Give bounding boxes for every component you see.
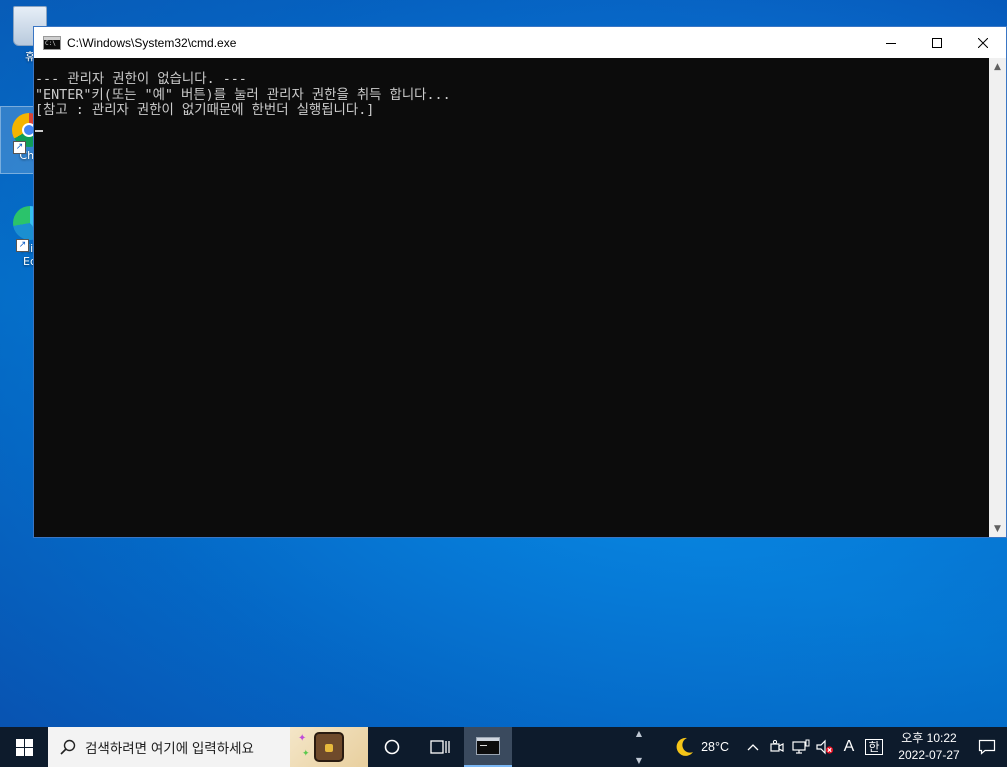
console-line: --- 관리자 권한이 없습니다. --- — [35, 72, 247, 87]
window-title: C:\Windows\System32\cmd.exe — [67, 35, 237, 50]
chevron-down-icon[interactable]: ▼ — [636, 756, 642, 765]
network-button[interactable] — [789, 727, 813, 767]
shortcut-arrow-icon: ↗ — [13, 141, 26, 154]
input-language-label: 한 — [865, 739, 883, 755]
maximize-button[interactable] — [914, 27, 960, 58]
volume-button[interactable] — [813, 727, 837, 767]
system-tray: 28°C A 한 오후 10:22 2022-07-27 — [673, 727, 1007, 767]
console-line: "ENTER"키(또는 "예" 버튼)를 눌러 관리자 권한을 취득 합니다..… — [35, 87, 451, 103]
weather-widget[interactable]: 28°C — [673, 736, 729, 758]
console-line: [참고 : 관리자 권한이 없기때문에 한번더 실행됩니다.] — [35, 103, 375, 118]
start-button[interactable] — [0, 727, 48, 767]
taskbar-search-box[interactable]: 검색하려면 여기에 입력하세요 ✦ ✦ — [48, 727, 368, 767]
input-language-button[interactable]: 한 — [861, 727, 887, 767]
maximize-icon — [932, 37, 942, 48]
console-prompt-line — [35, 119, 991, 135]
weather-temperature: 28°C — [701, 740, 729, 754]
minimize-button[interactable] — [868, 27, 914, 58]
window-controls — [868, 27, 1006, 58]
chevron-up-icon[interactable]: ▲ — [636, 729, 642, 738]
taskbar-overflow-scroller[interactable]: ▲ ▼ — [630, 727, 648, 767]
cmd-taskbar-icon — [476, 737, 500, 755]
taskbar-clock[interactable]: 오후 10:22 2022-07-27 — [891, 730, 967, 764]
camera-icon — [770, 739, 784, 752]
console-output[interactable]: --- 관리자 권한이 없습니다. --- "ENTER"키(또는 "예" 버튼)… — [34, 58, 991, 537]
input-mode-indicator[interactable]: A — [837, 727, 861, 767]
search-icon — [60, 739, 76, 755]
shortcut-arrow-icon: ↗ — [16, 239, 29, 252]
clock-time: 오후 10:22 — [901, 731, 957, 745]
meet-now-button[interactable] — [765, 727, 789, 767]
notification-icon — [978, 739, 996, 755]
treasure-chest-icon — [314, 732, 344, 762]
window-titlebar[interactable]: C:\Windows\System32\cmd.exe — [34, 27, 1006, 58]
text-cursor — [35, 129, 43, 132]
network-icon — [792, 739, 810, 754]
scroll-up-arrow-icon[interactable]: ▲ — [989, 58, 1006, 75]
windows-logo-icon — [15, 738, 33, 756]
chevron-up-icon — [747, 744, 759, 751]
close-button[interactable] — [960, 27, 1006, 58]
show-hidden-icons-button[interactable] — [741, 727, 765, 767]
volume-muted-icon — [816, 739, 834, 755]
taskbar: 검색하려면 여기에 입력하세요 ✦ ✦ ▲ ▼ 28°C A 한 오후 10:2… — [0, 727, 1007, 767]
sparkle-icon: ✦ — [298, 733, 307, 744]
sparkle-icon: ✦ — [302, 749, 310, 759]
search-placeholder: 검색하려면 여기에 입력하세요 — [85, 741, 254, 756]
task-view-icon — [430, 740, 450, 754]
task-view-button[interactable] — [416, 727, 464, 767]
cmd-app-icon[interactable] — [43, 35, 61, 50]
cmd-window[interactable]: C:\Windows\System32\cmd.exe --- 관리자 권한이 … — [33, 26, 1007, 538]
search-highlight-image[interactable]: ✦ ✦ — [290, 727, 368, 767]
minimize-icon — [886, 42, 896, 44]
moon-icon — [676, 737, 694, 756]
scroll-down-arrow-icon[interactable]: ▼ — [989, 520, 1006, 537]
action-center-button[interactable] — [967, 727, 1007, 767]
vertical-scrollbar[interactable]: ▲ ▼ — [989, 58, 1006, 537]
cortana-circle-icon — [384, 739, 400, 755]
clock-date: 2022-07-27 — [898, 748, 960, 762]
cortana-button[interactable] — [368, 727, 416, 767]
taskbar-app-cmd[interactable] — [464, 727, 512, 767]
close-icon — [978, 37, 988, 48]
